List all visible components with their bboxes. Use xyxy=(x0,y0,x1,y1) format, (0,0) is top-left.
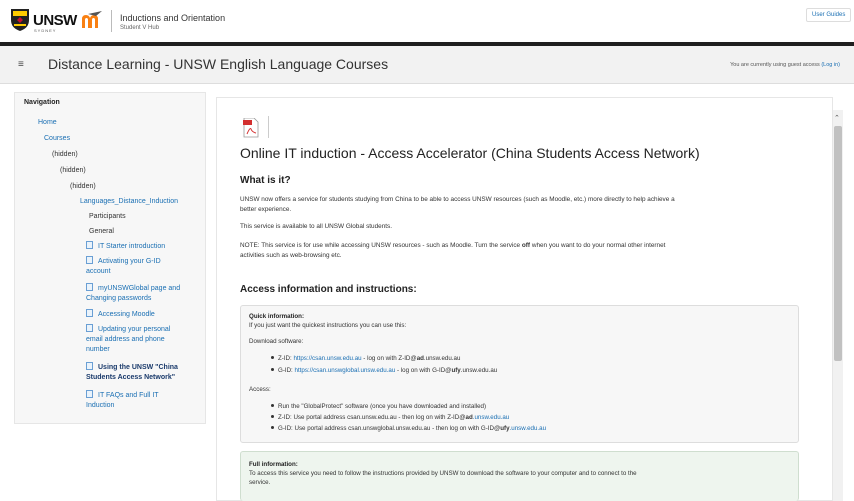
access-label: Access: xyxy=(249,386,271,393)
full-info-line-2: service. xyxy=(249,479,271,486)
download-label: Download software: xyxy=(249,338,304,345)
access-step-2-pre: Z-ID: Use portal address csan.unsw.edu.a… xyxy=(278,414,466,421)
nav-activating-gid-label-2: account xyxy=(86,268,111,275)
page-icon xyxy=(86,362,93,370)
unsw-logo-text[interactable]: UNSW xyxy=(33,12,77,29)
guest-access-note: You are currently using guest access (Lo… xyxy=(730,62,840,68)
availability-paragraph: This service is available to all UNSW Gl… xyxy=(240,223,393,230)
quick-info-intro: If you just want the quickest instructio… xyxy=(249,322,407,329)
menu-toggle-icon[interactable]: ≡ xyxy=(18,59,24,70)
gid-mid: - log on with G-ID@ xyxy=(395,367,452,374)
page-icon xyxy=(86,390,93,398)
access-step-1-text: Run the "GlobalProtect" software (once y… xyxy=(278,403,487,410)
pdf-file-icon xyxy=(243,118,259,138)
bullet-dot xyxy=(271,415,274,418)
what-is-it-heading: What is it? xyxy=(240,175,291,186)
page-icon xyxy=(86,283,93,291)
nav-it-starter-label: IT Starter introduction xyxy=(98,243,166,250)
nav-china-access-network[interactable]: Using the UNSW "China Students Access Ne… xyxy=(86,362,178,383)
gid-post: .unsw.edu.au xyxy=(460,367,498,374)
page-icon xyxy=(86,309,93,317)
unsw-crest-icon xyxy=(11,9,29,31)
access-step-2-bold: ad xyxy=(465,414,473,421)
note-line-2: activities such as web-browsing etc. xyxy=(240,251,342,259)
nav-hidden-1[interactable]: (hidden) xyxy=(52,150,78,160)
nav-china-access-network-label: Using the UNSW "China xyxy=(98,364,178,371)
nav-activating-gid-label: Activating your G-ID xyxy=(98,258,161,265)
page-title: Online IT induction - Access Accelerator… xyxy=(240,145,700,161)
zid-mid: - log on with Z-ID@ xyxy=(361,355,417,362)
nav-myunswglobal-label: myUNSWGlobal page and xyxy=(98,285,181,292)
guest-access-text: You are currently using guest access xyxy=(730,62,820,68)
gid-download-link[interactable]: https://csan.unswglobal.unsw.edu.au xyxy=(295,367,396,374)
site-title[interactable]: Inductions and Orientation xyxy=(120,13,225,23)
full-info-heading: Full information: xyxy=(249,461,298,468)
bullet-dot xyxy=(271,404,274,407)
note-pre: NOTE: This service is for use while acce… xyxy=(240,242,522,249)
nav-updating-email[interactable]: Updating your personal email address and… xyxy=(86,324,170,355)
bullet-dot xyxy=(271,426,274,429)
site-subtitle: Student V Hub xyxy=(120,25,160,31)
pdf-divider xyxy=(268,116,269,138)
zid-post: .unsw.edu.au xyxy=(423,355,461,362)
gid-prefix: G-ID: xyxy=(278,367,295,374)
moodle-logo-icon[interactable] xyxy=(80,11,104,29)
intro-paragraph: UNSW now offers a service for students s… xyxy=(240,195,810,214)
bullet-dot xyxy=(271,356,274,359)
nav-it-faqs-label-2: Induction xyxy=(86,402,115,409)
nav-myunswglobal-label-2: Changing passwords xyxy=(86,295,152,302)
access-step-3-link[interactable]: .unsw.edu.au xyxy=(510,425,546,432)
header-divider xyxy=(111,10,112,32)
navigation-heading: Navigation xyxy=(24,99,60,106)
nav-china-access-network-label-2: Students Access Network" xyxy=(86,374,176,381)
page-icon xyxy=(86,256,93,264)
nav-it-faqs-label: IT FAQs and Full IT xyxy=(98,392,159,399)
nav-updating-email-label-2: email address and phone xyxy=(86,336,165,343)
download-gid-item: G-ID: https://csan.unswglobal.unsw.edu.a… xyxy=(271,366,497,375)
bullet-dot xyxy=(271,368,274,371)
zid-bold: ad xyxy=(416,355,424,362)
zid-prefix: Z-ID: xyxy=(278,355,294,362)
scrollbar-thumb[interactable] xyxy=(834,126,842,361)
quick-info-heading: Quick information: xyxy=(249,313,305,320)
nav-courses[interactable]: Courses xyxy=(44,134,70,144)
nav-updating-email-label-3: number xyxy=(86,346,110,353)
access-step-3-pre: G-ID: Use portal address csan.unswglobal… xyxy=(278,425,501,432)
intro-line-1: UNSW now offers a service for students s… xyxy=(240,196,675,203)
nav-it-faqs[interactable]: IT FAQs and Full IT Induction xyxy=(86,390,159,411)
nav-participants[interactable]: Participants xyxy=(89,212,126,222)
access-step-1: Run the "GlobalProtect" software (once y… xyxy=(271,402,486,411)
gid-bold: ufy xyxy=(451,367,461,374)
nav-home[interactable]: Home xyxy=(38,118,57,128)
nav-hidden-2[interactable]: (hidden) xyxy=(60,166,86,176)
login-link[interactable]: (Log in) xyxy=(821,62,840,68)
access-step-3: G-ID: Use portal address csan.unswglobal… xyxy=(271,424,546,433)
page-icon xyxy=(86,324,93,332)
access-heading: Access information and instructions: xyxy=(240,284,417,295)
note-paragraph: NOTE: This service is for use while acce… xyxy=(240,241,810,260)
nav-general[interactable]: General xyxy=(89,227,114,237)
unsw-logo-subtext: SYDNEY xyxy=(34,28,57,33)
nav-myunswglobal[interactable]: myUNSWGlobal page and Changing passwords xyxy=(86,283,180,304)
access-step-2-link[interactable]: .unsw.edu.au xyxy=(473,414,509,421)
nav-accessing-moodle-label: Accessing Moodle xyxy=(98,311,155,318)
access-step-2: Z-ID: Use portal address csan.unsw.edu.a… xyxy=(271,413,509,422)
nav-hidden-3[interactable]: (hidden) xyxy=(70,182,96,192)
intro-line-2: better experience. xyxy=(240,205,292,213)
nav-it-starter[interactable]: IT Starter introduction xyxy=(86,241,165,252)
note-post: when you want to do your normal other in… xyxy=(530,242,666,249)
nav-accessing-moodle[interactable]: Accessing Moodle xyxy=(86,309,155,320)
course-title: Distance Learning - UNSW English Languag… xyxy=(48,56,389,72)
zid-download-link[interactable]: https://csan.unsw.edu.au xyxy=(293,355,361,362)
nav-updating-email-label: Updating your personal xyxy=(98,326,171,333)
access-step-3-bold: ufy xyxy=(500,425,510,432)
page-icon xyxy=(86,241,93,249)
download-zid-item: Z-ID: https://csan.unsw.edu.au - log on … xyxy=(271,354,460,363)
scroll-up-icon[interactable]: ⌃ xyxy=(834,114,840,122)
note-off: off xyxy=(521,242,531,249)
user-guides-link[interactable]: User Guides xyxy=(806,8,852,22)
nav-languages-distance-induction[interactable]: Languages_Distance_Induction xyxy=(80,197,178,207)
full-info-line-1: To access this service you need to follo… xyxy=(249,470,637,477)
nav-activating-gid[interactable]: Activating your G-ID account xyxy=(86,256,161,277)
